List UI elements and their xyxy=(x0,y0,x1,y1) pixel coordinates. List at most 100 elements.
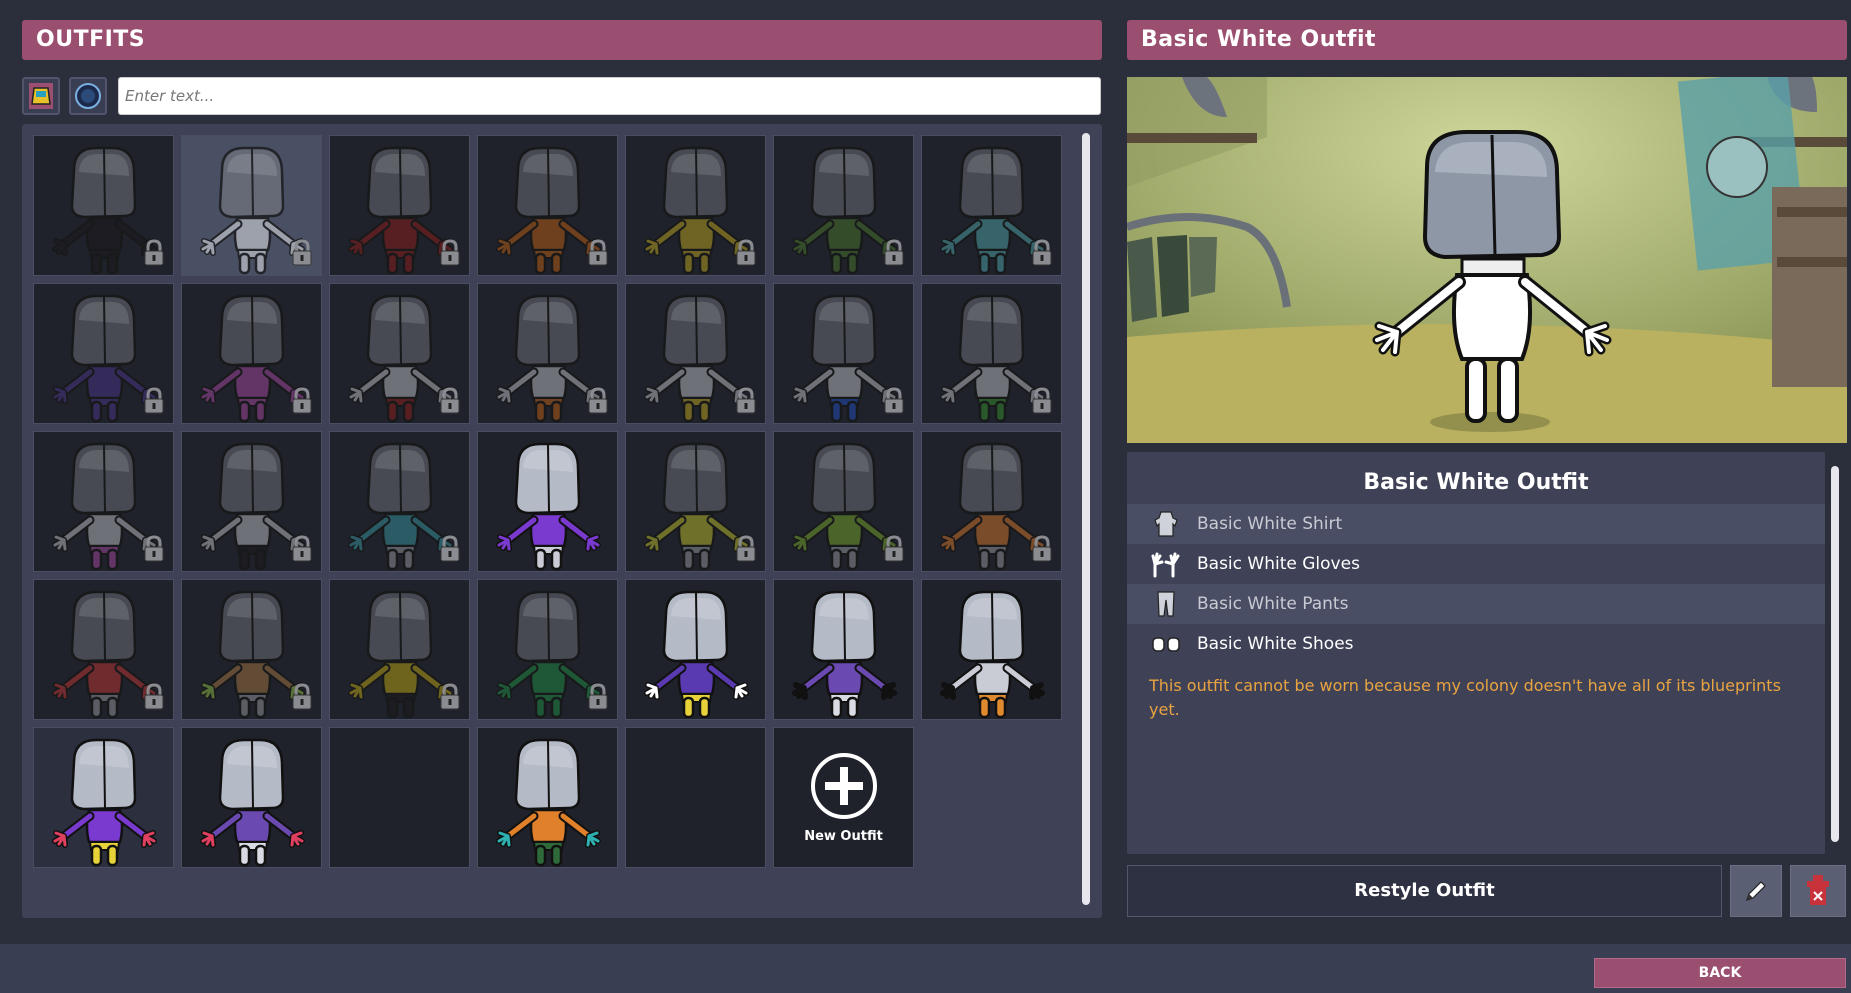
duplicant-outfit-image xyxy=(496,442,601,571)
outfit-tile[interactable] xyxy=(921,283,1062,424)
outfit-tile[interactable] xyxy=(477,431,618,572)
lock-icon xyxy=(440,239,460,266)
lock-icon xyxy=(144,535,164,562)
bottom-bar xyxy=(0,943,1851,993)
selected-outfit-title: Basic White Outfit xyxy=(1141,27,1377,52)
outfit-tile[interactable] xyxy=(33,431,174,572)
new-outfit-label: New Outfit xyxy=(804,829,883,844)
outfit-tile[interactable] xyxy=(33,579,174,720)
outfit-tile[interactable] xyxy=(477,283,618,424)
lock-icon xyxy=(440,387,460,414)
item-label-pants: Basic White Pants xyxy=(1197,594,1349,614)
lock-icon xyxy=(884,535,904,562)
plus-circle-icon xyxy=(810,753,877,819)
outfit-tile[interactable] xyxy=(773,579,914,720)
preview-scene-image xyxy=(1127,77,1847,443)
duplicant-outfit-image xyxy=(200,738,305,867)
lock-icon xyxy=(736,535,756,562)
lock-icon xyxy=(440,683,460,710)
shoes-icon xyxy=(1149,629,1183,659)
outfit-tile[interactable] xyxy=(181,135,322,276)
empty-outfit-slot xyxy=(625,727,766,868)
lock-icon xyxy=(1032,387,1052,414)
outfit-tile[interactable] xyxy=(329,579,470,720)
outfit-tile[interactable] xyxy=(773,135,914,276)
outfit-grid: New Outfit xyxy=(33,135,1073,868)
new-outfit-tile[interactable]: New Outfit xyxy=(773,727,914,868)
outfit-tile[interactable] xyxy=(181,579,322,720)
outfit-tile[interactable] xyxy=(181,283,322,424)
item-row-gloves: Basic White Gloves xyxy=(1127,544,1825,584)
item-row-shoes: Basic White Shoes xyxy=(1127,624,1825,664)
lock-icon xyxy=(440,535,460,562)
outfit-tile[interactable] xyxy=(625,135,766,276)
outfits-title: OUTFITS xyxy=(36,27,146,52)
outfit-tile[interactable] xyxy=(625,283,766,424)
selected-outfit-header: Basic White Outfit xyxy=(1127,20,1847,60)
gloves-icon xyxy=(1149,549,1183,579)
outfit-tile[interactable] xyxy=(773,431,914,572)
item-row-pants: Basic White Pants xyxy=(1127,584,1825,624)
item-label-gloves: Basic White Gloves xyxy=(1197,554,1360,574)
lock-icon xyxy=(884,239,904,266)
delete-icon xyxy=(1807,875,1829,905)
outfit-tile[interactable] xyxy=(329,283,470,424)
outfit-tile[interactable] xyxy=(921,431,1062,572)
outfit-grid-panel: New Outfit xyxy=(22,124,1102,918)
outfit-tile[interactable] xyxy=(477,135,618,276)
outfit-tile[interactable] xyxy=(33,283,174,424)
restyle-outfit-button[interactable]: Restyle Outfit xyxy=(1127,865,1722,917)
planet-icon xyxy=(75,83,101,109)
lock-icon xyxy=(736,387,756,414)
duplicant-outfit-image xyxy=(792,590,897,719)
detail-title: Basic White Outfit xyxy=(1363,470,1589,495)
pencil-icon xyxy=(1746,881,1766,901)
search-input[interactable] xyxy=(118,77,1101,115)
grid-scrollbar[interactable] xyxy=(1082,133,1090,905)
detail-scrollbar[interactable] xyxy=(1831,466,1839,842)
clothing-icon xyxy=(29,83,53,109)
back-button[interactable]: BACK xyxy=(1594,958,1846,988)
item-label-shirt: Basic White Shirt xyxy=(1197,514,1343,534)
outfit-preview xyxy=(1127,77,1847,443)
lock-icon xyxy=(144,387,164,414)
lock-icon xyxy=(144,239,164,266)
lock-icon xyxy=(588,683,608,710)
outfit-detail-panel: Basic White Outfit Basic White Shirt Bas… xyxy=(1127,452,1825,854)
outfit-tile[interactable] xyxy=(33,727,174,868)
duplicant-outfit-image xyxy=(52,738,157,867)
lock-icon xyxy=(884,387,904,414)
outfit-tile[interactable] xyxy=(329,135,470,276)
delete-outfit-button[interactable] xyxy=(1790,865,1846,917)
outfit-tile[interactable] xyxy=(181,727,322,868)
outfit-tile[interactable] xyxy=(773,283,914,424)
outfits-header: OUTFITS xyxy=(22,20,1102,60)
lock-icon xyxy=(292,387,312,414)
edit-outfit-button[interactable] xyxy=(1730,865,1782,917)
lock-icon xyxy=(1032,535,1052,562)
lock-icon xyxy=(1032,239,1052,266)
unavailable-warning: This outfit cannot be worn because my co… xyxy=(1149,676,1781,719)
outfit-filter-button[interactable] xyxy=(22,77,60,115)
lock-icon xyxy=(144,683,164,710)
outfit-tile[interactable] xyxy=(477,579,618,720)
item-label-shoes: Basic White Shoes xyxy=(1197,634,1354,654)
lock-icon xyxy=(588,239,608,266)
outfit-tile[interactable] xyxy=(33,135,174,276)
outfit-tile[interactable] xyxy=(625,431,766,572)
lock-icon xyxy=(292,239,312,266)
outfit-tile[interactable] xyxy=(477,727,618,868)
lock-icon xyxy=(292,535,312,562)
lock-icon xyxy=(292,683,312,710)
lock-icon xyxy=(588,387,608,414)
planet-filter-button[interactable] xyxy=(69,77,107,115)
empty-outfit-slot xyxy=(329,727,470,868)
duplicant-outfit-image xyxy=(496,738,601,867)
outfit-tile[interactable] xyxy=(329,431,470,572)
outfit-tile[interactable] xyxy=(181,431,322,572)
duplicant-outfit-image xyxy=(644,590,749,719)
outfit-tile[interactable] xyxy=(921,135,1062,276)
item-row-shirt: Basic White Shirt xyxy=(1127,504,1825,544)
outfit-tile[interactable] xyxy=(921,579,1062,720)
outfit-tile[interactable] xyxy=(625,579,766,720)
